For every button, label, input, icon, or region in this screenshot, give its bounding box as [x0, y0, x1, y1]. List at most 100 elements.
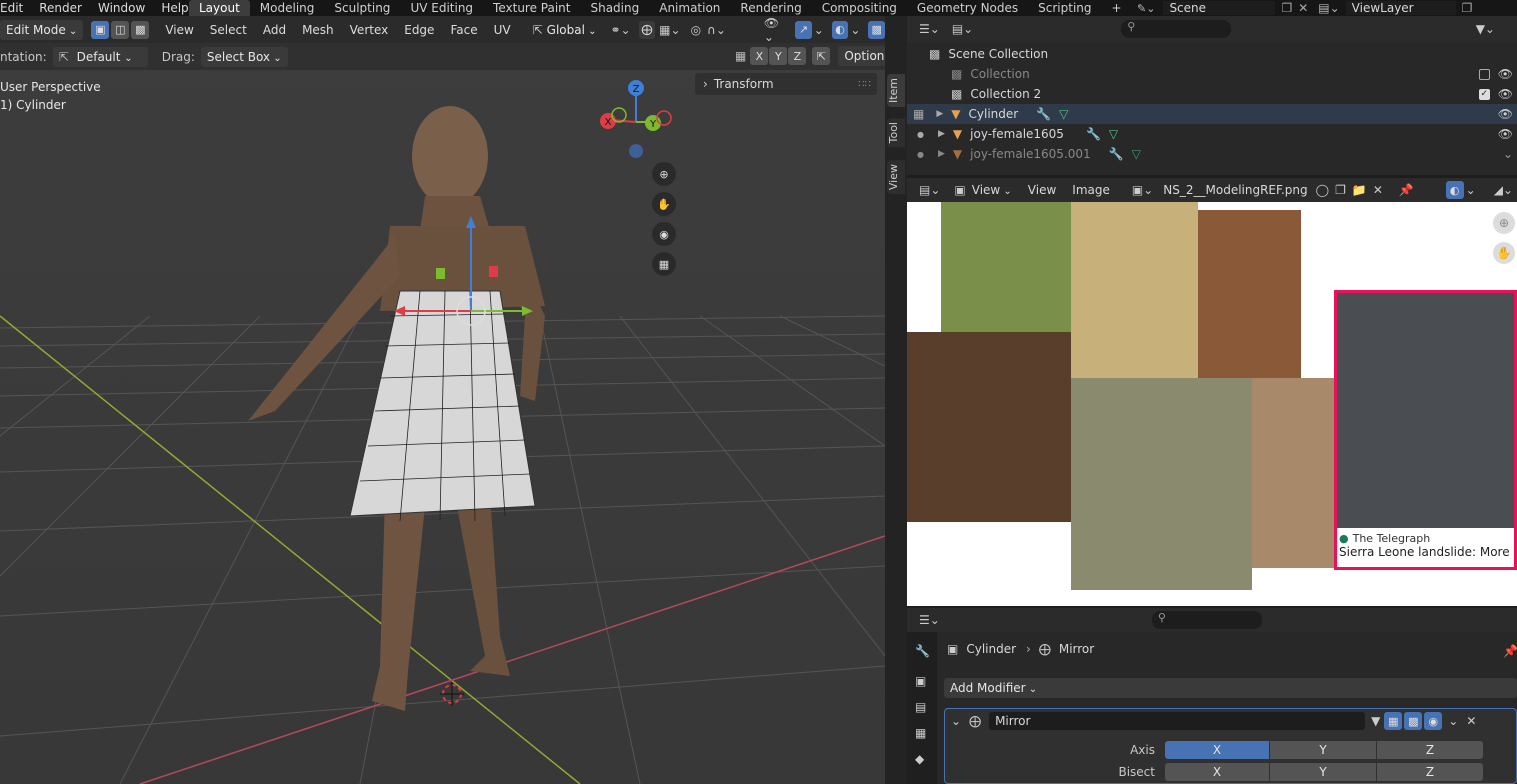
tab-shading[interactable]: Shading — [580, 0, 649, 16]
xray-toggle-icon[interactable]: ▩ — [868, 20, 885, 39]
drag-handle-icon[interactable]: ∷∷ — [858, 79, 871, 90]
filter-icon[interactable]: ▼⌄ — [1476, 22, 1495, 36]
properties-search[interactable]: ⚲ — [1151, 611, 1262, 629]
collapse-chevron-icon[interactable]: ⌄ — [951, 714, 961, 728]
drag-dropdown[interactable]: Select Box — [200, 46, 288, 67]
output-tab-icon[interactable]: ▤ — [915, 700, 937, 714]
scene-icon[interactable]: ✎⌄ — [1137, 2, 1155, 15]
add-modifier-dropdown[interactable]: Add Modifier — [944, 678, 1517, 698]
display-channels-icon[interactable]: ◢⌄ — [1494, 183, 1513, 197]
overlay-toggle-icon[interactable]: ◐ — [831, 20, 849, 39]
bisect-z-toggle[interactable]: Z — [1377, 763, 1483, 781]
image-name-field[interactable]: NS_2__ModelingREF.png — [1163, 183, 1307, 197]
tool-tab-icon[interactable]: 🔧 — [915, 644, 937, 658]
tab-item[interactable]: Item — [887, 74, 905, 108]
tab-geometry-nodes[interactable]: Geometry Nodes — [907, 0, 1028, 16]
edge-select-icon[interactable]: ◫ — [111, 20, 130, 39]
edit-mode-toggle-icon[interactable]: ▼ — [1371, 714, 1380, 728]
close-scene-icon[interactable]: ✕ — [1298, 1, 1308, 15]
zoom-icon[interactable]: ⊕ — [652, 162, 676, 186]
vp-menu-select[interactable]: Select — [202, 23, 255, 37]
eye-icon[interactable]: 👁 — [1498, 67, 1513, 81]
render-tab-icon[interactable]: ▣ — [915, 674, 937, 688]
ie-menu-image[interactable]: Image — [1072, 183, 1110, 197]
gizmo-toggle-icon[interactable]: ◐ — [1445, 181, 1464, 199]
vp-menu-face[interactable]: Face — [442, 23, 485, 37]
outliner-search[interactable]: ⚲ — [1121, 20, 1232, 38]
vp-menu-view[interactable]: View — [157, 23, 201, 37]
image-view-icon[interactable]: ▣ — [954, 183, 965, 197]
outliner-row-cylinder[interactable]: ▦ ▶ ▼ Cylinder 🔧 ▽ 👁 — [907, 104, 1517, 124]
view-layer-field[interactable]: ViewLayer — [1345, 1, 1456, 15]
remove-modifier-icon[interactable]: ✕ — [1466, 714, 1476, 728]
outliner-scene-collection[interactable]: ▩ Scene Collection — [907, 44, 1517, 64]
mirror-z-button[interactable]: Z — [788, 47, 807, 65]
expand-arrow-icon[interactable]: ▶ — [938, 129, 945, 139]
snap-target-icon[interactable]: ▦⌄ — [659, 23, 680, 37]
scene-field[interactable]: Scene — [1163, 1, 1276, 15]
pan-hand-icon[interactable]: ✋ — [652, 192, 676, 216]
3d-viewport[interactable]: Edit Mode ▣ ◫ ▩ View Select Add Mesh Ver… — [0, 16, 885, 784]
expand-arrow-icon[interactable]: ▶ — [936, 109, 943, 119]
expand-arrow-icon[interactable]: ▶ — [938, 149, 945, 159]
display-mode-icon[interactable]: ▤⌄ — [952, 22, 973, 36]
axis-x-toggle[interactable]: X — [1165, 741, 1269, 759]
view-mode-dropdown[interactable]: View — [972, 183, 1012, 197]
zoom-icon[interactable]: ⊕ — [1493, 212, 1515, 234]
cage-toggle-icon[interactable]: ▦ — [1384, 712, 1403, 730]
tab-view[interactable]: View — [887, 160, 905, 195]
tab-uv-editing[interactable]: UV Editing — [400, 0, 483, 16]
copy-scene-icon[interactable]: ❐ — [1281, 1, 1292, 15]
bisect-y-toggle[interactable]: Y — [1270, 763, 1376, 781]
outliner-row-joy-female-001[interactable]: ● ▶ ▼ joy-female1605.001 🔧 ▽ ⌄ — [907, 144, 1517, 164]
perspective-grid-icon[interactable]: ▦ — [652, 252, 676, 276]
outliner-row-joy-female[interactable]: ● ▶ ▼ joy-female1605 🔧 ▽ 👁 — [907, 124, 1517, 144]
editor-type-icon[interactable]: ☰⌄ — [919, 613, 940, 627]
render-toggle-icon[interactable]: ◉ — [1424, 712, 1443, 730]
duplicate-image-icon[interactable]: ❐ — [1335, 183, 1346, 197]
axis-y-toggle[interactable]: Y — [1270, 741, 1376, 759]
tab-sculpting[interactable]: Sculpting — [324, 0, 400, 16]
tab-texture-paint[interactable]: Texture Paint — [483, 0, 580, 16]
overlay-dropdown-icon[interactable]: ⌄ — [850, 23, 860, 37]
proportional-edit-icon[interactable]: ◎ — [691, 23, 701, 37]
outliner-row-collection-2[interactable]: ▩ Collection 2 ✓ 👁 — [907, 84, 1517, 104]
camera-icon[interactable]: ◉ — [652, 222, 676, 246]
tab-layout[interactable]: Layout — [189, 0, 250, 16]
eye-icon[interactable]: 👁 — [1498, 87, 1513, 101]
eye-icon[interactable]: 👁 — [1498, 107, 1513, 121]
add-workspace-button[interactable]: + — [1102, 0, 1132, 16]
bisect-x-toggle[interactable]: X — [1165, 763, 1269, 781]
include-checkbox[interactable]: ✓ — [1478, 88, 1490, 100]
transform-panel-header[interactable]: › Transform ∷∷ — [695, 73, 877, 95]
pin-icon[interactable]: 📌 — [1399, 183, 1414, 197]
ie-menu-view[interactable]: View — [1028, 183, 1056, 197]
eye-icon[interactable]: 👁 — [1498, 127, 1513, 141]
viewport-toggle-icon[interactable]: ▩ — [1404, 712, 1423, 730]
open-image-icon[interactable]: 📁 — [1352, 183, 1367, 197]
pin-icon[interactable]: 📌 — [1503, 644, 1517, 658]
pivot-icon[interactable]: ⚭⌄ — [610, 23, 630, 37]
snap-icon[interactable]: ⨁ — [638, 20, 656, 39]
mode-dropdown[interactable]: Edit Mode — [0, 19, 84, 40]
tab-rendering[interactable]: Rendering — [730, 0, 811, 16]
mirror-x-button[interactable]: X — [750, 47, 769, 65]
vp-menu-uv[interactable]: UV — [486, 23, 519, 37]
vp-menu-vertex[interactable]: Vertex — [342, 23, 397, 37]
gizmo-dropdown-icon[interactable]: ⌄ — [814, 23, 824, 37]
menu-edit[interactable]: Edit — [0, 1, 31, 15]
orientation-dropdown[interactable]: ⇱ Default — [52, 46, 148, 67]
face-select-icon[interactable]: ▩ — [131, 20, 150, 39]
pan-hand-icon[interactable]: ✋ — [1493, 242, 1515, 264]
axis-z-toggle[interactable]: Z — [1377, 741, 1483, 759]
vertex-select-icon[interactable]: ▣ — [91, 20, 110, 39]
tab-tool[interactable]: Tool — [887, 118, 905, 148]
editor-type-icon[interactable]: ☰⌄ — [919, 22, 940, 36]
falloff-icon[interactable]: ∩⌄ — [707, 23, 726, 37]
tab-scripting[interactable]: Scripting — [1028, 0, 1101, 16]
unlink-image-icon[interactable]: ✕ — [1373, 183, 1383, 197]
mirror-y-button[interactable]: Y — [769, 47, 788, 65]
gizmo-dropdown-icon[interactable]: ⌄ — [1466, 183, 1476, 197]
visibility-icon[interactable]: 👁⌄ — [764, 16, 787, 44]
vp-menu-mesh[interactable]: Mesh — [294, 23, 342, 37]
